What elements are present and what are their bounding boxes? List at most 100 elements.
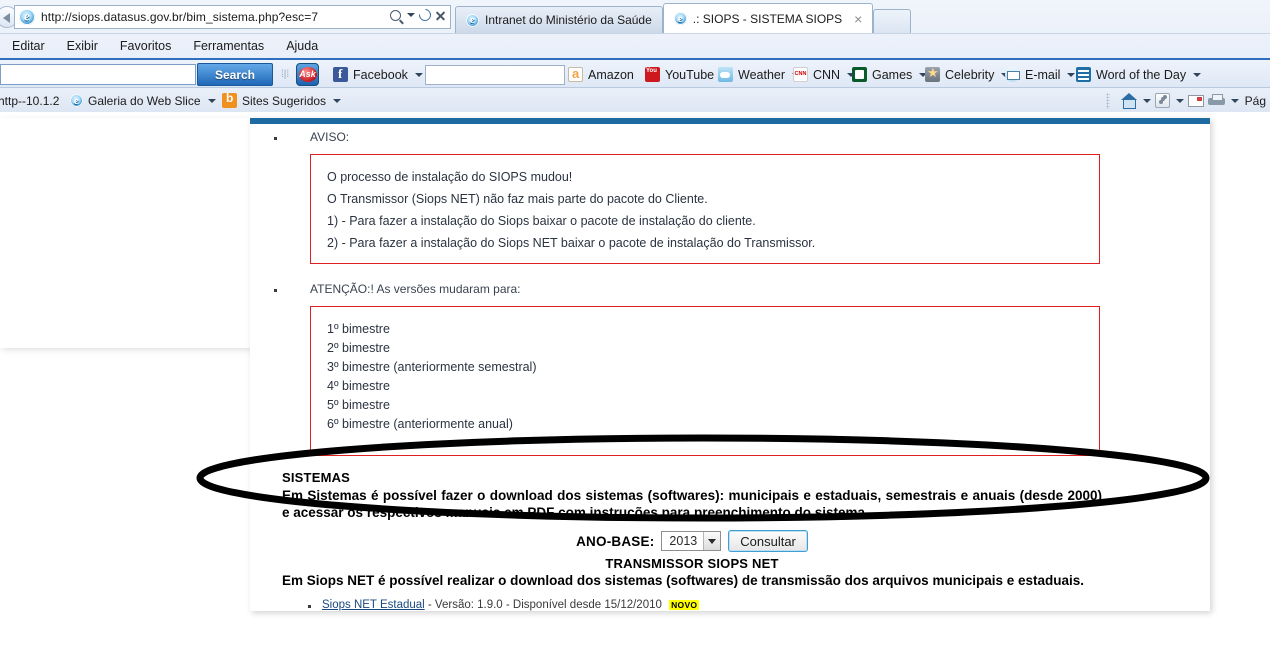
chevron-down-icon[interactable] bbox=[1142, 98, 1151, 103]
tab-strip: Intranet do Ministério da Saúde .: SIOPS… bbox=[455, 3, 912, 33]
toolbar-item-cnn[interactable]: CNN bbox=[793, 60, 856, 89]
toolbar-item-games[interactable]: Games bbox=[852, 60, 928, 89]
toolbar-item-label: Word of the Day bbox=[1096, 67, 1187, 82]
chevron-down-icon[interactable] bbox=[1067, 72, 1076, 77]
facebook-status-input[interactable] bbox=[425, 65, 565, 85]
address-bar-url: http://siops.datasus.gov.br/bim_sistema.… bbox=[41, 10, 319, 24]
download-list: Siops NET Estadual - Versão: 1.9.0 - Dis… bbox=[282, 599, 1210, 611]
toolbar-item-word-of-the-day[interactable]: Word of the Day bbox=[1076, 60, 1202, 89]
bimestre-item: 2º bimestre bbox=[327, 341, 390, 355]
toolbar-item-label: YouTube bbox=[665, 67, 715, 82]
page-content-panel: AVISO: O processo de instalação do SIOPS… bbox=[250, 118, 1210, 611]
amazon-icon bbox=[568, 66, 583, 82]
menu-item-ajuda[interactable]: Ajuda bbox=[286, 39, 318, 53]
sistemas-heading: SISTEMAS bbox=[282, 470, 351, 485]
menu-item-editar[interactable]: Editar bbox=[12, 39, 45, 53]
download-link-siops-net-estadual[interactable]: Siops NET Estadual bbox=[322, 599, 425, 611]
bimestre-item: 6º bimestre (anteriormente anual) bbox=[327, 417, 513, 431]
consultar-button[interactable]: Consultar bbox=[728, 530, 808, 552]
bimestre-item: 3º bimestre (anteriormente semestral) bbox=[327, 360, 537, 374]
chevron-down-icon[interactable] bbox=[414, 72, 423, 77]
ask-search-button[interactable]: Search bbox=[197, 63, 273, 86]
list-item: Siops NET Estadual - Versão: 1.9.0 - Dis… bbox=[308, 599, 1210, 611]
mail-icon[interactable] bbox=[1187, 94, 1204, 107]
command-bar-grip[interactable] bbox=[1105, 92, 1110, 109]
ie-icon bbox=[70, 94, 83, 107]
chevron-down-icon[interactable] bbox=[333, 98, 342, 103]
tab-intranet-ministerio[interactable]: Intranet do Ministério da Saúde bbox=[455, 6, 663, 33]
download-meta: - Versão: 1.9.0 - Disponível desde 15/12… bbox=[427, 599, 662, 611]
chevron-down-icon[interactable] bbox=[1230, 98, 1239, 103]
ask-search-input[interactable] bbox=[0, 64, 196, 85]
tab-favicon-icon bbox=[466, 13, 479, 27]
toolbar-item-weather[interactable]: Weather bbox=[718, 60, 801, 89]
rss-feed-icon[interactable] bbox=[1154, 93, 1170, 108]
toolbar-item-facebook[interactable]: Facebook bbox=[333, 60, 423, 89]
transmissor-description: Em Siops NET é possível realizar o downl… bbox=[282, 573, 1085, 588]
new-tab-button[interactable] bbox=[873, 9, 912, 33]
home-icon[interactable] bbox=[1120, 93, 1137, 109]
toolbar-grip[interactable]: ⁞|⁞ bbox=[281, 69, 290, 80]
aviso-label: AVISO: bbox=[310, 130, 350, 144]
chevron-down-icon[interactable] bbox=[407, 13, 415, 17]
browser-window: http://siops.datasus.gov.br/bim_sistema.… bbox=[0, 0, 1270, 649]
ano-base-select[interactable]: 2013 bbox=[661, 531, 722, 551]
bimestre-item: 1º bimestre bbox=[327, 322, 390, 336]
close-icon[interactable]: × bbox=[854, 11, 862, 27]
bing-icon bbox=[222, 91, 237, 108]
favorites-bar: http--10.1.2 Galeria do Web Slice Sites … bbox=[0, 87, 1270, 112]
command-bar: Pág bbox=[1105, 88, 1270, 113]
notice-aviso: AVISO: O processo de instalação do SIOPS… bbox=[260, 130, 1210, 264]
bimestre-item: 5º bimestre bbox=[327, 398, 390, 412]
menu-item-exibir[interactable]: Exibir bbox=[67, 39, 98, 53]
ask-toolbar: Search ⁞|⁞ Ask Facebook Amazon YouTube W… bbox=[0, 58, 1270, 87]
notice-list: AVISO: O processo de instalação do SIOPS… bbox=[250, 130, 1210, 456]
chevron-down-icon[interactable] bbox=[703, 532, 721, 550]
panel-accent-bar bbox=[250, 118, 1210, 124]
refresh-icon[interactable] bbox=[416, 6, 434, 24]
favorite-item-galeria-web-slice[interactable]: Galeria do Web Slice bbox=[70, 88, 216, 113]
aviso-box: O processo de instalação do SIOPS mudou!… bbox=[310, 154, 1100, 264]
chevron-down-icon[interactable] bbox=[1175, 98, 1184, 103]
chevron-down-icon[interactable] bbox=[207, 98, 216, 103]
panel-body: AVISO: O processo de instalação do SIOPS… bbox=[250, 130, 1210, 611]
tab-label: .: SIOPS - SISTEMA SIOPS bbox=[692, 11, 843, 26]
favorite-label: Sites Sugeridos bbox=[242, 93, 327, 108]
menu-item-favoritos[interactable]: Favoritos bbox=[120, 39, 171, 53]
toolbar-item-label: Amazon bbox=[588, 67, 634, 82]
atencao-label: ATENÇÃO:! As versões mudaram para: bbox=[310, 282, 521, 296]
email-icon bbox=[1005, 67, 1020, 82]
status-badge: NOVO bbox=[669, 600, 700, 610]
address-bar[interactable]: http://siops.datasus.gov.br/bim_sistema.… bbox=[14, 5, 451, 29]
aviso-line: 2) - Para fazer a instalação do Siops NE… bbox=[327, 236, 816, 250]
ask-logo-icon[interactable]: Ask bbox=[296, 63, 319, 86]
page-menu-label[interactable]: Pág bbox=[1245, 94, 1266, 108]
favorite-item-http-10-1-2[interactable]: http--10.1.2 bbox=[0, 88, 59, 113]
toolbar-item-label: Facebook bbox=[353, 67, 408, 82]
ano-base-row: ANO-BASE: 2013 Consultar bbox=[282, 530, 1102, 552]
toolbar-item-amazon[interactable]: Amazon bbox=[568, 60, 634, 89]
menu-item-ferramentas[interactable]: Ferramentas bbox=[193, 39, 264, 53]
menu-bar: Editar Exibir Favoritos Ferramentas Ajud… bbox=[0, 33, 1270, 58]
word-of-the-day-icon bbox=[1076, 67, 1091, 82]
games-icon bbox=[852, 67, 867, 82]
toolbar-item-label: Weather bbox=[738, 67, 786, 82]
toolbar-item-email[interactable]: E-mail bbox=[1005, 60, 1076, 89]
address-bar-actions bbox=[390, 6, 446, 24]
address-bar-row: http://siops.datasus.gov.br/bim_sistema.… bbox=[0, 0, 1270, 33]
notice-atencao: ATENÇÃO:! As versões mudaram para: 1º bi… bbox=[260, 282, 1210, 456]
chevron-down-icon[interactable] bbox=[1193, 72, 1202, 77]
atencao-box: 1º bimestre 2º bimestre 3º bimestre (ant… bbox=[310, 306, 1100, 456]
toolbar-item-celebrity[interactable]: Celebrity bbox=[925, 60, 1010, 89]
tab-siops[interactable]: .: SIOPS - SISTEMA SIOPS × bbox=[662, 3, 874, 33]
aviso-line: 1) - Para fazer a instalação do Siops ba… bbox=[327, 214, 756, 228]
page-viewport: AVISO: O processo de instalação do SIOPS… bbox=[0, 112, 1270, 649]
stop-icon[interactable] bbox=[435, 10, 446, 21]
toolbar-item-label: Celebrity bbox=[945, 67, 995, 82]
print-icon[interactable] bbox=[1207, 93, 1225, 108]
toolbar-item-youtube[interactable]: YouTube bbox=[645, 60, 714, 89]
ano-base-value: 2013 bbox=[669, 534, 698, 548]
search-icon[interactable] bbox=[390, 9, 401, 21]
favorite-item-sites-sugeridos[interactable]: Sites Sugeridos bbox=[222, 88, 342, 113]
weather-icon bbox=[718, 67, 733, 82]
